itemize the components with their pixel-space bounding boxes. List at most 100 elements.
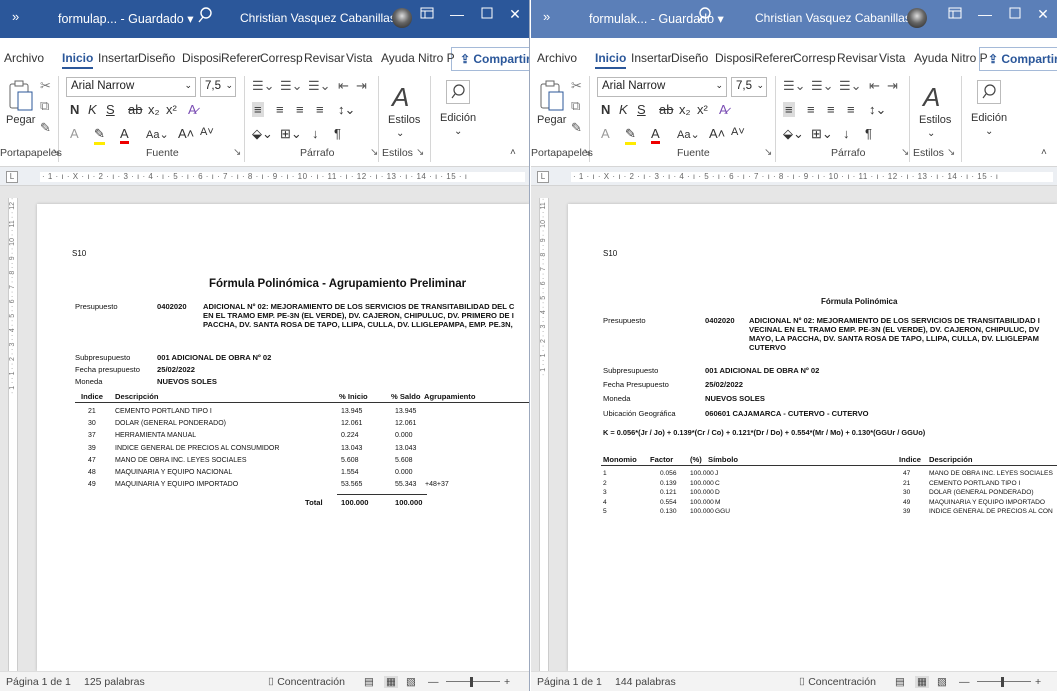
word-count[interactable]: 144 palabras — [615, 676, 676, 688]
cut-icon[interactable]: ✂ — [571, 78, 582, 94]
copy-icon[interactable]: ⧉ — [40, 98, 49, 114]
change-case-icon[interactable]: Aa⌄ — [677, 128, 700, 141]
align-center-icon[interactable]: ≡ — [807, 102, 815, 117]
align-right-icon[interactable]: ≡ — [827, 102, 835, 117]
user-name[interactable]: Christian Vasquez Cabanillas — [755, 11, 911, 25]
ribbon-display-options-icon[interactable] — [947, 6, 963, 24]
font-size-combo[interactable]: 7,5 ⌄ — [731, 77, 767, 97]
multilevel-list-icon[interactable]: ☰⌄ — [839, 78, 862, 94]
subscript-icon[interactable]: x₂ — [148, 102, 160, 117]
align-left-icon[interactable]: ≡ — [783, 102, 795, 117]
tab-diseno[interactable]: Diseño — [138, 51, 175, 65]
tab-referencias[interactable]: Referer — [754, 51, 794, 65]
search-icon[interactable] — [696, 6, 714, 24]
italic-icon[interactable]: K — [88, 102, 97, 117]
focus-mode-button[interactable]: ⌷ Concentración — [268, 676, 345, 689]
read-mode-icon[interactable]: ▤ — [364, 676, 374, 688]
chevron-down-icon[interactable]: ⌄ — [927, 128, 935, 139]
page-count[interactable]: Página 1 de 1 — [537, 676, 602, 688]
avatar[interactable] — [907, 8, 927, 28]
increase-indent-icon[interactable]: ⇥ — [887, 78, 898, 94]
clear-format-icon[interactable]: A̷ — [719, 102, 728, 117]
read-mode-icon[interactable]: ▤ — [895, 676, 905, 688]
horizontal-ruler[interactable]: L · 1 · ı · X · ı · 2 · ı · 3 · ı · 4 · … — [0, 167, 529, 186]
format-painter-icon[interactable]: ✎ — [40, 120, 51, 136]
decrease-indent-icon[interactable]: ⇤ — [338, 78, 349, 94]
styles-label[interactable]: Estilos — [388, 114, 420, 126]
tab-inicio[interactable]: Inicio — [62, 51, 94, 69]
line-spacing-icon[interactable]: ↕⌄ — [869, 102, 886, 118]
maximize-icon[interactable] — [479, 6, 495, 24]
change-case-icon[interactable]: Aa⌄ — [146, 128, 169, 141]
font-name-combo[interactable]: Arial Narrow ⌄ — [597, 77, 727, 97]
numbering-icon[interactable]: ☰⌄ — [280, 78, 303, 94]
styles-icon[interactable]: A — [392, 82, 409, 113]
bold-icon[interactable]: N — [70, 102, 79, 117]
format-painter-icon[interactable]: ✎ — [571, 120, 582, 136]
show-formatting-icon[interactable]: ¶ — [334, 126, 341, 141]
highlight-icon[interactable]: ✎ — [625, 126, 636, 145]
dialog-launcher-icon[interactable]: ↘ — [764, 147, 772, 158]
shrink-font-icon[interactable]: A˅ — [731, 126, 745, 138]
tab-diseno[interactable]: Diseño — [671, 51, 708, 65]
tab-ayuda[interactable]: Ayuda — [381, 51, 415, 65]
justify-icon[interactable]: ≡ — [847, 102, 855, 117]
show-formatting-icon[interactable]: ¶ — [865, 126, 872, 141]
zoom-slider[interactable] — [446, 681, 500, 682]
underline-icon[interactable]: S — [106, 102, 115, 117]
tab-archivo[interactable]: Archivo — [4, 51, 44, 65]
zoom-slider-thumb[interactable] — [1001, 677, 1004, 687]
collapse-ribbon-icon[interactable]: ˄ — [1041, 147, 1047, 158]
font-color-icon[interactable]: A — [651, 126, 660, 144]
search-icon[interactable] — [197, 6, 215, 24]
tab-revisar[interactable]: Revisar — [837, 51, 878, 65]
italic-icon[interactable]: K — [619, 102, 628, 117]
dialog-launcher-icon[interactable]: ↘ — [52, 147, 60, 158]
document-page[interactable]: S10 Fórmula Polinómica - Agrupamiento Pre… — [37, 204, 529, 671]
tab-revisar[interactable]: Revisar — [304, 51, 345, 65]
superscript-icon[interactable]: x² — [166, 102, 177, 117]
maximize-icon[interactable] — [1007, 6, 1023, 24]
close-icon[interactable]: ✕ — [1035, 6, 1051, 24]
tab-insertar[interactable]: Insertar — [98, 51, 139, 65]
focus-mode-button[interactable]: ⌷ Concentración — [799, 676, 876, 689]
zoom-in-icon[interactable]: + — [504, 676, 510, 688]
avatar[interactable] — [392, 8, 412, 28]
document-page[interactable]: S10 Fórmula Polinómica Presupuesto 0402020 A… — [568, 204, 1057, 671]
align-right-icon[interactable]: ≡ — [296, 102, 304, 117]
tab-selector-icon[interactable]: L — [6, 171, 18, 183]
minimize-icon[interactable]: — — [977, 6, 993, 24]
shading-icon[interactable]: ⬙⌄ — [252, 126, 273, 142]
collapse-ribbon-icon[interactable]: ˄ — [510, 147, 516, 158]
highlight-icon[interactable]: ✎ — [94, 126, 105, 145]
tab-vista[interactable]: Vista — [879, 51, 905, 65]
close-icon[interactable]: ✕ — [507, 6, 523, 24]
word-count[interactable]: 125 palabras — [84, 676, 145, 688]
quick-access-expand-icon[interactable]: » — [543, 9, 550, 24]
vertical-ruler[interactable]: · 1 · · 1 · · 2 · · 3 · · 4 · · 5 · · 6 … — [8, 198, 18, 671]
document-canvas[interactable]: · 1 · · 1 · · 2 · · 3 · · 4 · · 5 · · 6 … — [531, 186, 1057, 671]
bullets-icon[interactable]: ☰⌄ — [252, 78, 275, 94]
print-layout-icon[interactable]: ▦ — [384, 676, 398, 688]
sort-icon[interactable]: ↓ — [843, 126, 850, 141]
font-size-combo[interactable]: 7,5 ⌄ — [200, 77, 236, 97]
minimize-icon[interactable]: — — [449, 6, 465, 24]
zoom-out-icon[interactable]: — — [959, 676, 970, 688]
zoom-slider-thumb[interactable] — [470, 677, 473, 687]
dialog-launcher-icon[interactable]: ↘ — [901, 147, 909, 158]
superscript-icon[interactable]: x² — [697, 102, 708, 117]
chevron-down-icon[interactable]: ⌄ — [985, 126, 993, 137]
copy-icon[interactable]: ⧉ — [571, 98, 580, 114]
shading-icon[interactable]: ⬙⌄ — [783, 126, 804, 142]
document-title[interactable]: formulap... - Guardado ▾ — [58, 11, 194, 26]
user-name[interactable]: Christian Vasquez Cabanillas — [240, 11, 396, 25]
tab-vista[interactable]: Vista — [346, 51, 372, 65]
font-name-combo[interactable]: Arial Narrow ⌄ — [66, 77, 196, 97]
zoom-slider[interactable] — [977, 681, 1031, 682]
tab-disposicion[interactable]: Disposi — [182, 51, 221, 65]
dialog-launcher-icon[interactable]: ↘ — [233, 147, 241, 158]
horizontal-ruler[interactable]: L · 1 · ı · X · ı · 2 · ı · 3 · ı · 4 · … — [531, 167, 1057, 186]
zoom-out-icon[interactable]: — — [428, 676, 439, 688]
chevron-down-icon[interactable]: ⌄ — [396, 128, 404, 139]
font-color-icon[interactable]: A — [120, 126, 129, 144]
